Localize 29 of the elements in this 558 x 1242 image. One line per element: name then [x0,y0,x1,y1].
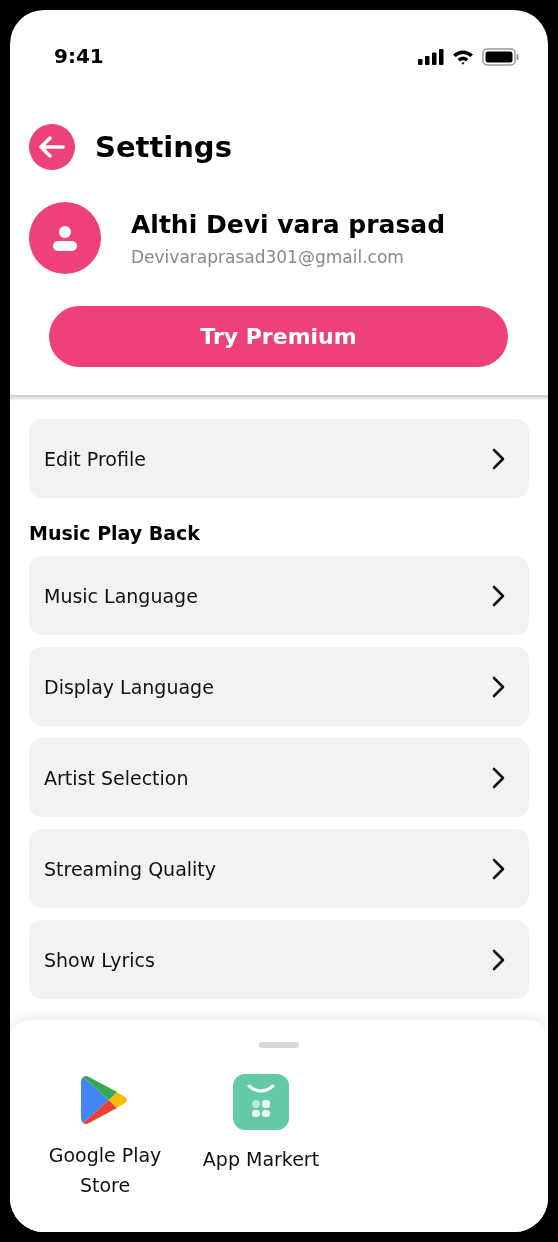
profile-name: Althi Devi vara prasad [131,209,446,239]
settings-item[interactable]: Display Language [29,647,529,726]
app-shortcut[interactable]: Google Play Store [38,1074,172,1200]
chevron-right-icon [491,857,505,880]
chevron-right-icon [491,675,505,698]
back-arrow-icon [39,136,65,158]
settings-item[interactable]: Streaming Quality [29,829,529,908]
person-icon [51,224,79,252]
sheet-handle[interactable] [259,1042,299,1048]
shopping-bag-icon [233,1074,289,1130]
page-title: Settings [95,130,232,164]
settings-item[interactable]: Artist Selection [29,738,529,817]
app-shortcut[interactable]: App Markert [194,1074,328,1200]
settings-item[interactable]: Edit Profile [29,419,529,498]
chevron-right-icon [491,766,505,789]
profile-email: Devivaraprasad301@gmail.com [131,246,405,267]
battery-icon [482,48,520,66]
back-button[interactable] [29,124,75,170]
signal-icon [418,49,444,65]
status-time: 9:41 [54,44,104,68]
try-premium-button[interactable]: Try Premium [49,306,508,367]
chevron-right-icon [491,948,505,971]
section-heading: Music Play Back [29,522,201,544]
wifi-icon [452,49,474,65]
settings-item[interactable]: Music Language [29,556,529,635]
play-store-icon [81,1074,129,1126]
settings-item[interactable]: Show Lyrics [29,920,529,999]
chevron-right-icon [491,447,505,470]
chevron-right-icon [491,584,505,607]
